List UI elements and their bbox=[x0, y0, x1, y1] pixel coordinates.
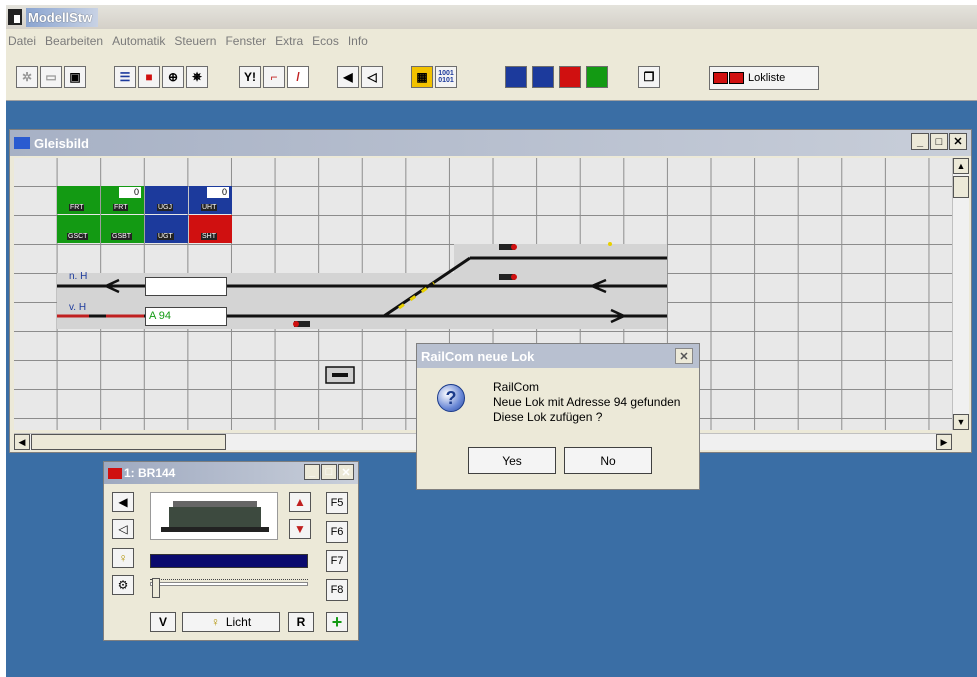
loco-control-window: 1: BR144 _ □ ✕ ◀ ◁ ♀ ⚙ ▲ ▼ F5 F6 F7 F8 V… bbox=[103, 461, 359, 641]
lokliste-label: Lokliste bbox=[748, 72, 786, 84]
maximize-button[interactable]: □ bbox=[930, 133, 948, 150]
block-field-upper[interactable] bbox=[145, 277, 227, 296]
f7-button[interactable]: F7 bbox=[326, 550, 348, 572]
dialog-close-icon[interactable]: ✕ bbox=[675, 348, 693, 364]
wheel-icon[interactable]: ✵ bbox=[186, 66, 208, 88]
menu-fenster[interactable]: Fenster bbox=[225, 34, 266, 48]
track-label-n-h: n. H bbox=[69, 271, 88, 282]
loco-maximize-button[interactable]: □ bbox=[321, 464, 337, 480]
binary-bottom-label: 0101 bbox=[438, 77, 454, 84]
loco-titlebar: 1: BR144 _ □ ✕ bbox=[104, 462, 358, 484]
menu-datei[interactable]: Datei bbox=[8, 34, 36, 48]
gleisbild-titlebar: Gleisbild _ □ ✕ bbox=[10, 130, 971, 156]
lok-icon-2 bbox=[729, 72, 744, 84]
speed-slider-track[interactable] bbox=[150, 582, 308, 586]
speaker-right-icon[interactable]: ◁ bbox=[361, 66, 383, 88]
sound-right-icon[interactable]: ◁ bbox=[112, 519, 134, 539]
add-icon[interactable]: + bbox=[326, 612, 348, 632]
menubar: Datei Bearbeiten Automatik Steuern Fenst… bbox=[6, 29, 977, 53]
sound-left-icon[interactable]: ◀ bbox=[112, 492, 134, 512]
yes-button[interactable]: Yes bbox=[468, 447, 556, 474]
toolbar: ✲ ▭ ▣ ☰ ■ ⊕ ✵ Y! ⌐ / ◀ ◁ ▦ 1001 0101 ❐ Lo… bbox=[6, 53, 977, 101]
turntable-icon[interactable]: ⊕ bbox=[162, 66, 184, 88]
open-folder-icon[interactable]: ▭ bbox=[40, 66, 62, 88]
track-edit-icon[interactable]: ☰ bbox=[114, 66, 136, 88]
speed-bar bbox=[150, 554, 308, 568]
binary-icon[interactable]: 1001 0101 bbox=[435, 66, 457, 88]
railcom-dialog: RailCom neue Lok ✕ ? RailCom Neue Lok mi… bbox=[416, 343, 700, 490]
no-button[interactable]: No bbox=[564, 447, 652, 474]
loco-close-button[interactable]: ✕ bbox=[338, 464, 354, 480]
menu-steuern[interactable]: Steuern bbox=[174, 34, 216, 48]
loco-title: 1: BR144 bbox=[124, 466, 176, 480]
scroll-thumb[interactable] bbox=[953, 176, 969, 198]
minimize-button[interactable]: _ bbox=[911, 133, 929, 150]
loco-icon[interactable]: ■ bbox=[138, 66, 160, 88]
scroll-down-icon[interactable]: ▼ bbox=[953, 414, 969, 430]
binary-top-label: 1001 bbox=[438, 70, 454, 77]
menu-ecos[interactable]: Ecos bbox=[312, 34, 339, 48]
menu-info[interactable]: Info bbox=[348, 34, 368, 48]
app-icon bbox=[8, 9, 22, 25]
direction-up-icon[interactable]: ▲ bbox=[289, 492, 311, 512]
menu-automatik[interactable]: Automatik bbox=[112, 34, 165, 48]
scroll-up-icon[interactable]: ▲ bbox=[953, 158, 969, 174]
signal-arm-icon[interactable]: ⌐ bbox=[263, 66, 285, 88]
lokliste-button[interactable]: Lokliste bbox=[709, 66, 819, 90]
gleisbild-title: Gleisbild bbox=[34, 135, 89, 151]
loco-minimize-button[interactable]: _ bbox=[304, 464, 320, 480]
f8-button[interactable]: F8 bbox=[326, 579, 348, 601]
question-icon: ? bbox=[437, 384, 465, 412]
block-sht-icon[interactable] bbox=[559, 66, 581, 88]
r-button[interactable]: R bbox=[288, 612, 314, 632]
block-frt-icon[interactable] bbox=[586, 66, 608, 88]
block-ugj-icon[interactable] bbox=[532, 66, 554, 88]
save-disk-icon[interactable]: ▣ bbox=[64, 66, 86, 88]
dialog-line-3: Diese Lok zufügen ? bbox=[493, 410, 603, 424]
licht-button[interactable]: ♀ Licht bbox=[182, 612, 280, 632]
dialog-title: RailCom neue Lok bbox=[421, 348, 535, 364]
signal-arm2-icon[interactable]: / bbox=[287, 66, 309, 88]
app-title: ModellStw bbox=[26, 7, 99, 27]
grid-icon[interactable]: ▦ bbox=[411, 66, 433, 88]
track-label-v-h: v. H bbox=[69, 302, 87, 313]
licht-label: Licht bbox=[225, 615, 252, 629]
f5-button[interactable]: F5 bbox=[326, 492, 348, 514]
v-button[interactable]: V bbox=[150, 612, 176, 632]
loco-small-icon bbox=[108, 467, 122, 479]
app-titlebar: ModellStw bbox=[6, 5, 977, 29]
speed-ticks bbox=[150, 574, 308, 580]
speed-slider-thumb[interactable] bbox=[152, 578, 160, 598]
scroll-left-icon[interactable]: ◀ bbox=[14, 434, 30, 450]
dialog-line-1: RailCom bbox=[493, 380, 540, 394]
menu-bearbeiten[interactable]: Bearbeiten bbox=[45, 34, 103, 48]
licht-bulb-icon: ♀ bbox=[210, 615, 220, 629]
dialog-titlebar: RailCom neue Lok ✕ bbox=[417, 344, 699, 368]
close-button[interactable]: ✕ bbox=[949, 133, 967, 150]
horn-icon[interactable]: ⚙ bbox=[112, 575, 134, 595]
dialog-message: RailCom Neue Lok mit Adresse 94 gefunden… bbox=[493, 380, 680, 425]
document-icon[interactable]: ❐ bbox=[638, 66, 660, 88]
scroll-right-icon[interactable]: ▶ bbox=[936, 434, 952, 450]
block-ugt-icon[interactable] bbox=[505, 66, 527, 88]
light-bulb-icon[interactable]: ♀ bbox=[112, 548, 134, 568]
signal-post-icon[interactable]: Y! bbox=[239, 66, 261, 88]
direction-down-icon[interactable]: ▼ bbox=[289, 519, 311, 539]
dialog-line-2: Neue Lok mit Adresse 94 gefunden bbox=[493, 395, 681, 409]
hscroll-thumb[interactable] bbox=[31, 434, 226, 450]
menu-extra[interactable]: Extra bbox=[275, 34, 303, 48]
f6-button[interactable]: F6 bbox=[326, 521, 348, 543]
lok-icon-1 bbox=[713, 72, 728, 84]
vertical-scrollbar[interactable]: ▲ ▼ bbox=[952, 158, 969, 430]
speaker-left-icon[interactable]: ◀ bbox=[337, 66, 359, 88]
loco-image bbox=[150, 492, 278, 540]
new-layout-icon[interactable]: ✲ bbox=[16, 66, 38, 88]
block-field-train[interactable]: A 94 bbox=[145, 307, 227, 326]
gleisbild-icon bbox=[14, 137, 30, 149]
app-window: ModellStw Datei Bearbeiten Automatik Ste… bbox=[6, 5, 977, 677]
